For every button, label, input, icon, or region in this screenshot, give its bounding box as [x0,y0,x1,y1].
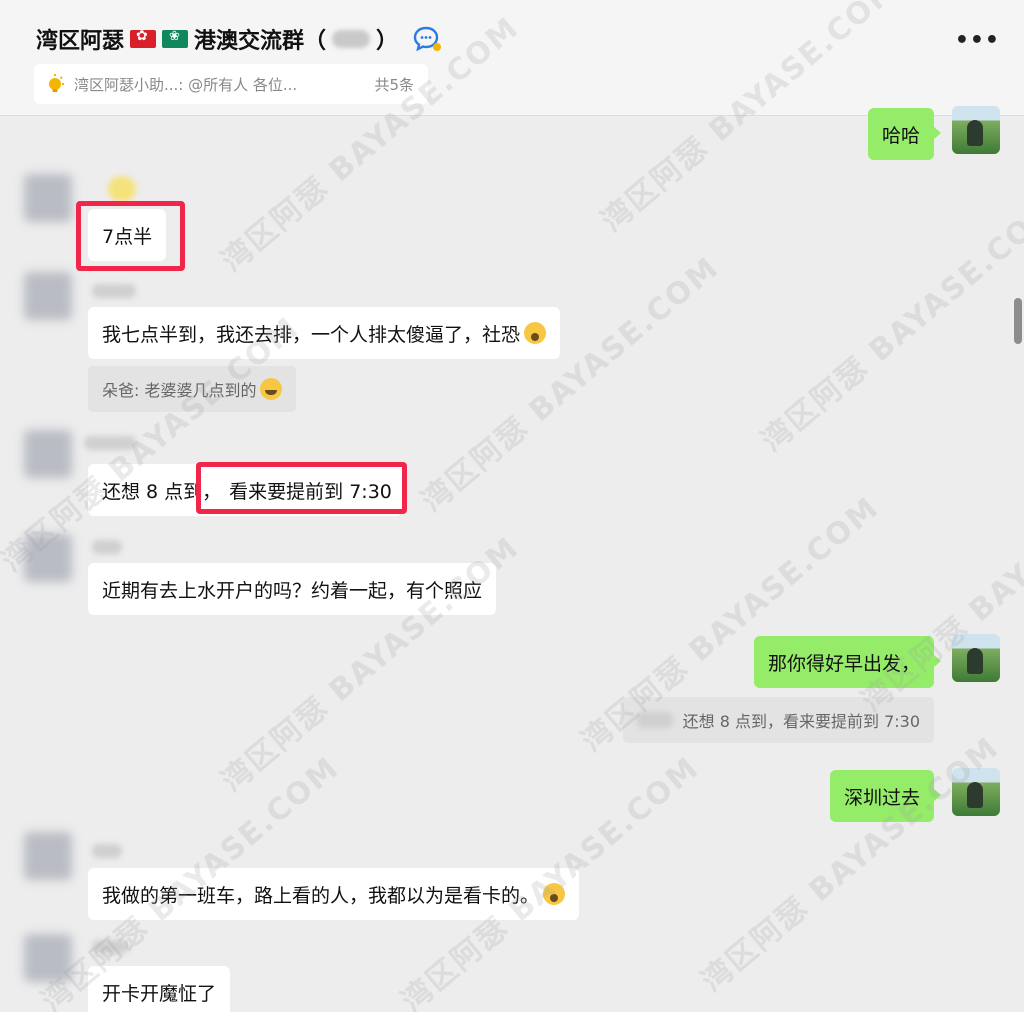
sender-nickname-blurred [92,284,136,298]
message-text: 我做的第一班车，路上看的人，我都以为是看卡的。 [102,884,540,907]
sender-nickname-blurred [84,436,136,450]
pinned-text: 湾区阿瑟小助...: @所有人 各位... [74,75,298,94]
title-close: ） [376,29,399,54]
message-bubble[interactable]: 我七点半到，我还去排，一个人排太傻逼了，社恐 [88,307,561,359]
message-text: 开卡开魔怔了 [102,982,217,1005]
more-options-button[interactable]: ••• [955,28,1000,53]
my-avatar[interactable] [952,634,1000,682]
message-bubble[interactable]: 近期有去上水开户的吗？约着一起，有个照应 [88,563,497,615]
message-text: 深圳过去 [843,786,920,809]
quote-text: 还想 8 点到，看来要提前到 7:30 [682,712,920,731]
sender-nickname-blurred [92,540,122,554]
message-bubble[interactable]: 开卡开魔怔了 [88,966,231,1012]
pinned-count: 共5条 [374,75,414,94]
sender-avatar[interactable] [24,534,72,582]
sender-nickname-blurred [92,844,122,858]
message-bubble-mine[interactable]: 深圳过去 [829,770,942,822]
my-avatar[interactable] [952,106,1000,154]
watermark: 湾区阿瑟 BAYASE.COM [695,730,1007,1000]
sender-avatar[interactable] [24,174,72,222]
message-bubble-mine[interactable]: 那你得好早出发， [753,636,942,688]
sender-avatar[interactable] [24,272,72,320]
message-text: 哈哈 [881,124,920,147]
chat-title[interactable]: 湾区阿瑟 港澳交流群（ ） [36,22,442,56]
sender-avatar[interactable] [24,832,72,880]
sender-avatar[interactable] [24,934,72,982]
emoji-icon [543,883,566,905]
sender-nickname-blurred [92,940,128,954]
message-text: 近期有去上水开户的吗？约着一起，有个照应 [102,579,483,602]
chat-header: 湾区阿瑟 港澳交流群（ ） ••• 湾区阿瑟小助...: @所有人 各位... … [0,0,1024,116]
scrollbar-thumb[interactable] [1014,298,1022,344]
quoted-message[interactable]: 还想 8 点到，看来要提前到 7:30 [622,697,934,743]
emoji-icon [524,322,547,344]
watermark: 湾区阿瑟 BAYASE.COM [755,190,1024,460]
my-avatar[interactable] [952,768,1000,816]
sender-avatar[interactable] [24,430,72,478]
message-bubble[interactable]: 我做的第一班车，路上看的人，我都以为是看卡的。 [88,868,580,920]
quote-text: 朵爸: 老婆婆几点到的 [102,381,257,400]
quoted-sender-blurred [636,712,673,728]
chat-bubble-icon[interactable] [412,25,442,53]
message-text: 那你得好早出发， [767,652,920,675]
message-bubble-mine[interactable]: 哈哈 [867,108,942,160]
laughing-emoji-icon [260,378,283,400]
pinned-announcement[interactable]: 湾区阿瑟小助...: @所有人 各位... 共5条 [34,64,428,104]
hong-kong-flag-icon [130,28,157,48]
lightbulb-icon [49,74,64,92]
title-suffix: 港澳交流群（ [194,29,327,54]
member-count-blurred [332,30,371,48]
watermark: 湾区阿瑟 BAYASE.COM [415,250,727,520]
macau-flag-icon [162,29,189,48]
message-text: 我七点半到，我还去排，一个人排太傻逼了，社恐 [102,323,521,346]
red-highlight-box [196,462,407,514]
title-prefix: 湾区阿瑟 [36,29,125,54]
sticker-blurred [108,176,136,202]
red-highlight-box [76,201,185,271]
quoted-message[interactable]: 朵爸: 老婆婆几点到的 [88,366,297,412]
